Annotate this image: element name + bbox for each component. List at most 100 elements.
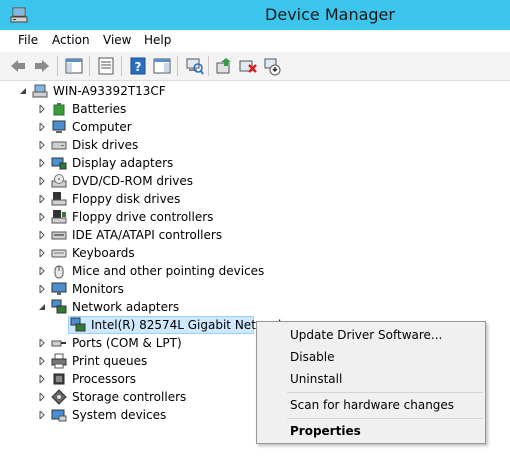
tree-item-label: Ports (COM & LPT) — [72, 336, 182, 350]
expand-arrow-icon[interactable] — [38, 123, 46, 131]
tree-item-label: Keyboards — [72, 246, 135, 260]
tree-item-label: Print queues — [72, 354, 148, 368]
toolbar-separator — [57, 56, 58, 76]
svg-text:?: ? — [135, 60, 142, 74]
expand-arrow-icon[interactable] — [38, 339, 46, 347]
tree-item-monitors[interactable]: Monitors — [0, 280, 200, 298]
tree-root[interactable]: WIN-A93392T13CF — [0, 82, 200, 100]
tree-item-label: Display adapters — [72, 156, 174, 170]
update-driver-icon[interactable] — [214, 56, 234, 76]
tree-item-floppy-drive-controllers[interactable]: Floppy drive controllers — [0, 208, 220, 226]
menu-uninstall[interactable]: Uninstall — [290, 372, 342, 386]
menu-help[interactable]: Help — [144, 33, 171, 47]
tree-item-system-devices[interactable]: System devices — [0, 406, 200, 424]
tree-item-label: Monitors — [72, 282, 124, 296]
tree-item-processors[interactable]: Processors — [0, 370, 200, 388]
computer-icon — [32, 84, 48, 98]
expand-arrow-icon[interactable] — [38, 285, 46, 293]
tree-item-label: Computer — [72, 120, 132, 134]
tree-item-floppy-disk-drives[interactable]: Floppy disk drives — [0, 190, 200, 208]
expand-arrow-icon[interactable] — [38, 375, 46, 383]
expand-arrow-icon[interactable] — [38, 213, 46, 221]
optical-drive-icon — [51, 174, 67, 188]
tree-item-network-device[interactable]: Intel(R) 82574L Gigabit Network — [0, 316, 285, 334]
expand-arrow-icon[interactable] — [38, 177, 46, 185]
computer-icon — [52, 120, 66, 133]
port-icon — [51, 340, 66, 347]
tree-item-ports[interactable]: Ports (COM & LPT) — [0, 334, 200, 352]
expand-arrow-icon[interactable] — [38, 267, 46, 275]
menu-update-driver-software[interactable]: Update Driver Software... — [290, 328, 442, 342]
back-icon[interactable] — [8, 56, 28, 76]
mouse-icon — [54, 265, 64, 279]
disk-drive-icon — [51, 141, 67, 150]
system-devices-icon — [51, 409, 67, 422]
show-hide-console-tree-icon[interactable] — [64, 56, 84, 76]
network-adapter-icon — [51, 299, 67, 314]
menu-action[interactable]: Action — [52, 33, 90, 47]
tree-item-dvd-cd-rom[interactable]: DVD/CD-ROM drives — [0, 172, 200, 190]
tree-item-mice[interactable]: Mice and other pointing devices — [0, 262, 264, 280]
expand-arrow-icon[interactable] — [38, 195, 46, 203]
menu-disable[interactable]: Disable — [290, 350, 335, 364]
expand-arrow-icon[interactable] — [38, 141, 46, 149]
tree-item-label: Network adapters — [72, 300, 180, 314]
expand-arrow-icon[interactable] — [38, 249, 46, 257]
collapse-arrow-icon[interactable] — [38, 303, 46, 311]
expand-arrow-icon[interactable] — [38, 411, 46, 419]
menu-file[interactable]: File — [18, 33, 38, 47]
tree-item-disk-drives[interactable]: Disk drives — [0, 136, 200, 154]
toolbar-separator — [89, 56, 90, 76]
tree-item-ide-ata-atapi[interactable]: IDE ATA/ATAPI controllers — [0, 226, 230, 244]
processor-icon — [53, 373, 65, 385]
toolbar: ? — [0, 52, 510, 81]
enable-device-icon[interactable] — [262, 56, 282, 76]
expand-arrow-icon[interactable] — [38, 393, 46, 401]
title-bar: Device Manager — [0, 0, 510, 30]
uninstall-icon[interactable] — [238, 56, 258, 76]
ide-controller-icon — [51, 231, 67, 240]
menu-separator — [287, 418, 483, 419]
show-action-pane-icon[interactable] — [152, 56, 172, 76]
menu-scan-hardware-changes[interactable]: Scan for hardware changes — [290, 398, 454, 412]
network-adapter-icon — [70, 317, 86, 332]
tree-item-network-adapters[interactable]: Network adapters — [0, 298, 200, 316]
expand-arrow-icon[interactable] — [38, 357, 46, 365]
tree-item-keyboards[interactable]: Keyboards — [0, 244, 200, 262]
toolbar-separator — [177, 56, 178, 76]
tree-item-display-adapters[interactable]: Display adapters — [0, 154, 200, 172]
expand-arrow-icon[interactable] — [38, 105, 46, 113]
tree-item-label: IDE ATA/ATAPI controllers — [72, 228, 223, 242]
tree-item-label: Floppy disk drives — [72, 192, 181, 206]
tree-item-label: Disk drives — [72, 138, 139, 152]
tree-item-storage-controllers[interactable]: Storage controllers — [0, 388, 200, 406]
tree-item-batteries[interactable]: Batteries — [0, 100, 200, 118]
tree-item-label: Storage controllers — [72, 390, 187, 404]
menu-view[interactable]: View — [103, 33, 131, 47]
printer-icon — [51, 353, 67, 369]
monitor-icon — [51, 282, 67, 295]
tree-item-label: DVD/CD-ROM drives — [72, 174, 194, 188]
help-icon[interactable]: ? — [128, 56, 148, 76]
floppy-controller-icon — [51, 210, 67, 224]
toolbar-separator — [121, 56, 122, 76]
tree-item-computer[interactable]: Computer — [0, 118, 200, 136]
tree-item-print-queues[interactable]: Print queues — [0, 352, 200, 370]
battery-icon — [53, 103, 65, 116]
forward-icon[interactable] — [32, 56, 52, 76]
tree-item-label: Processors — [72, 372, 137, 386]
scan-hardware-icon[interactable] — [184, 56, 204, 76]
display-adapter-icon — [51, 157, 67, 170]
storage-controller-icon — [51, 389, 67, 405]
tree-item-label: System devices — [72, 408, 167, 422]
toolbar-separator — [208, 56, 209, 76]
collapse-arrow-icon[interactable] — [19, 87, 27, 95]
tree-item-label: Floppy drive controllers — [72, 210, 214, 224]
menu-properties[interactable]: Properties — [290, 424, 361, 438]
tree-item-label: Mice and other pointing devices — [72, 264, 265, 278]
menu-separator — [287, 392, 483, 393]
expand-arrow-icon[interactable] — [38, 159, 46, 167]
expand-arrow-icon[interactable] — [38, 231, 46, 239]
properties-icon[interactable] — [96, 56, 116, 76]
tree-item-label: Batteries — [72, 102, 127, 116]
